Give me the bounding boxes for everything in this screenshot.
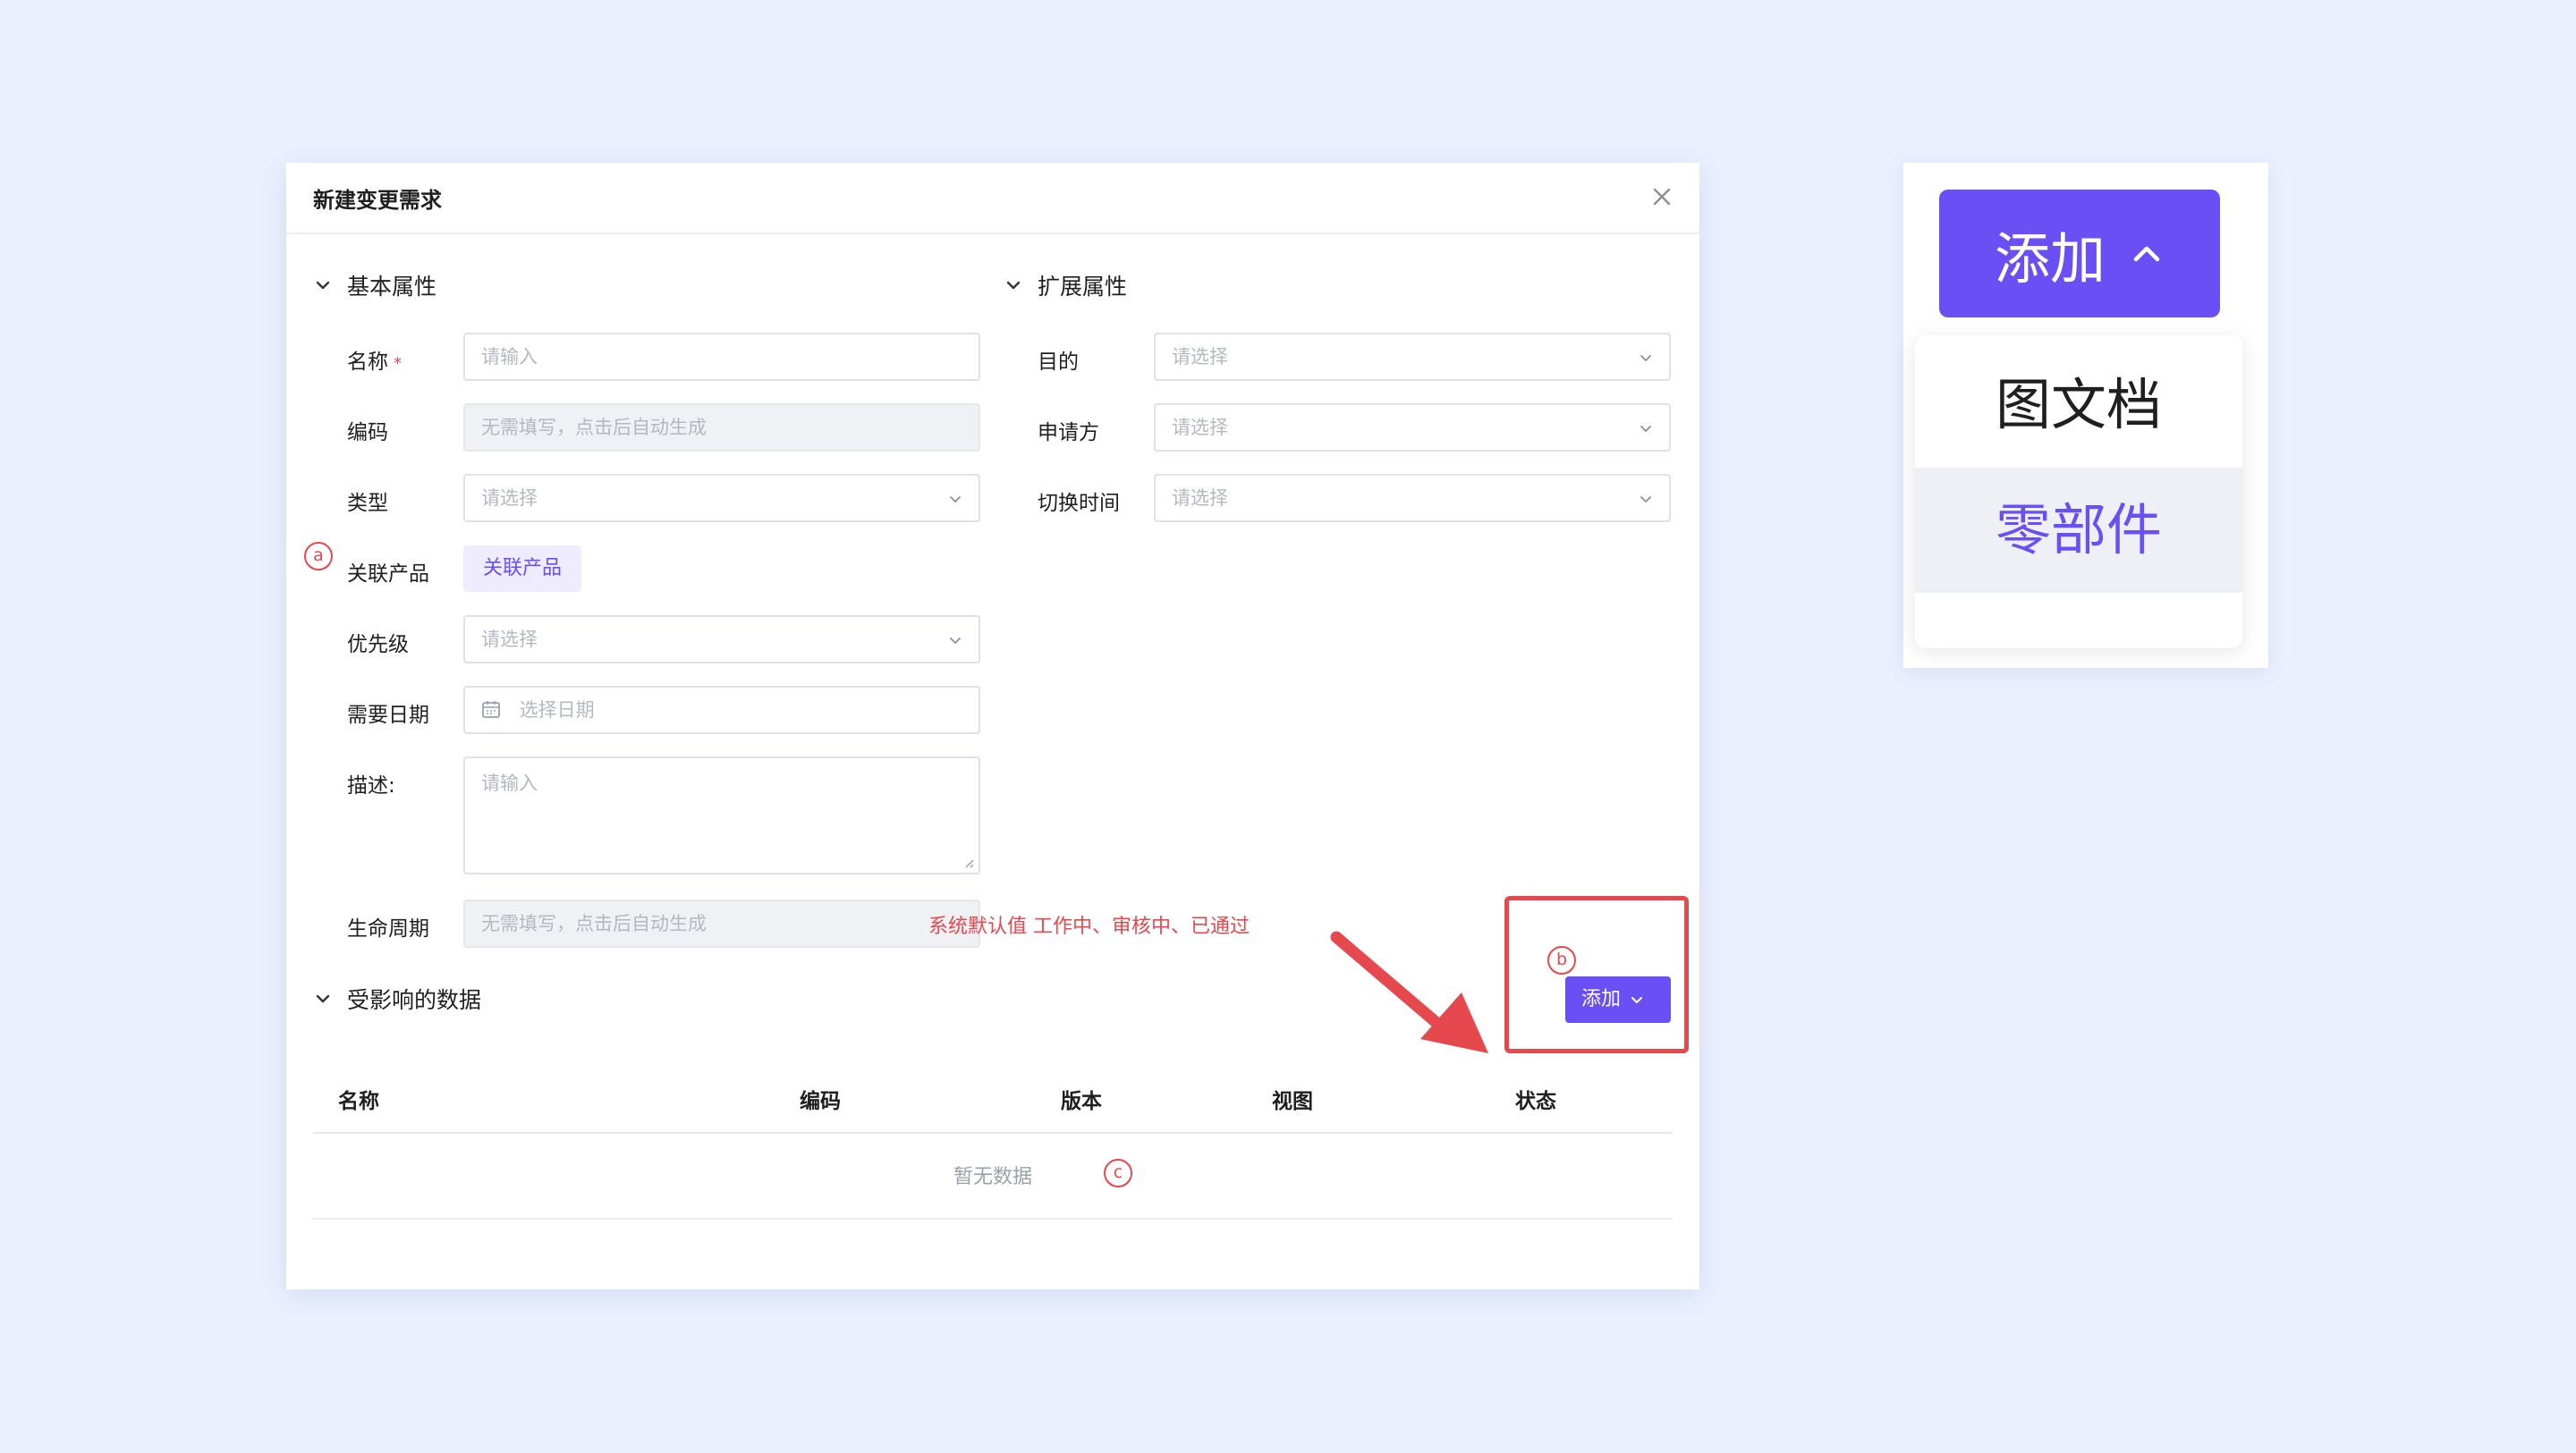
section-basic-title: 基本属性 [347,274,437,300]
purpose-select-placeholder: 请选择 [1172,346,1228,367]
date-picker-placeholder: 选择日期 [519,699,595,721]
priority-select-placeholder: 请选择 [481,629,538,650]
purpose-select[interactable]: 请选择 [1154,333,1671,381]
date-label: 需要日期 [347,704,429,727]
column-header-status: 状态 [1515,1090,1556,1113]
menu-item-documents[interactable]: 图文档 [1915,342,2242,468]
chevron-down-icon [1640,426,1651,432]
zoomed-add-dropdown-preview: 添加 图文档 零部件 [1903,163,2268,668]
name-row: 名称 * 请输入 [347,333,1009,381]
lifecycle-input: 无需填写，点击后自动生成 [463,900,980,948]
product-row: 关联产品 关联产品 [347,545,1009,593]
lifecycle-label: 生命周期 [347,917,429,941]
description-textarea[interactable]: 请输入 [463,756,980,874]
switch-time-select-placeholder: 请选择 [1172,487,1228,509]
zoomed-add-button-label: 添加 [1994,225,2106,291]
type-label: 类型 [347,492,388,515]
annotation-c-marker: c [1104,1159,1132,1187]
lifecycle-row: 生命周期 无需填写，点击后自动生成 [347,900,1009,948]
name-label: 名称 * [347,351,402,374]
column-header-view: 视图 [1272,1090,1313,1113]
dialog-title: 新建变更需求 [313,188,442,213]
link-product-button[interactable]: 关联产品 [463,545,582,592]
priority-label: 优先级 [347,633,409,656]
affected-table-empty: 暂无数据 [313,1134,1673,1220]
switch-time-row: 切换时间 请选择 [1038,474,1699,522]
annotation-b-marker: b [1547,946,1576,975]
applicant-select[interactable]: 请选择 [1154,403,1671,452]
close-icon[interactable] [1648,182,1676,211]
zoomed-dropdown-menu: 图文档 零部件 [1915,335,2242,648]
chevron-up-icon [2133,246,2160,261]
applicant-row: 申请方 请选择 [1038,403,1699,452]
section-extended-header[interactable]: 扩展属性 [1004,270,1127,300]
menu-item-parts[interactable]: 零部件 [1915,468,2242,593]
switch-time-label: 切换时间 [1038,492,1120,515]
description-label: 描述: [347,774,395,798]
change-request-dialog: 新建变更需求 基本属性 扩展属性 名称 * 请输入 编码 无需填写，点击后自动生成… [286,163,1699,1289]
priority-select[interactable]: 请选择 [463,615,980,663]
chevron-down-icon [1006,281,1021,290]
column-header-version: 版本 [1061,1090,1102,1113]
add-button-label: 添加 [1581,988,1622,1010]
applicant-label: 申请方 [1038,421,1099,444]
section-affected-header[interactable]: 受影响的数据 [313,984,481,1014]
annotation-a-marker: a [304,542,333,570]
description-row: 描述: 请输入 [347,756,1009,874]
date-row: 需要日期 选择日期 [347,686,1009,734]
name-input[interactable]: 请输入 [463,333,980,381]
chevron-down-icon [950,496,961,503]
zoomed-add-button[interactable]: 添加 [1939,190,2220,317]
dialog-header: 新建变更需求 [286,163,1699,234]
description-placeholder: 请输入 [481,773,538,794]
column-header-name: 名称 [338,1090,379,1113]
add-affected-button[interactable]: 添加 [1565,976,1671,1023]
code-row: 编码 无需填写，点击后自动生成 [347,403,1009,452]
chevron-down-icon [316,994,330,1003]
chevron-down-icon [1631,997,1643,1003]
code-input: 无需填写，点击后自动生成 [463,403,980,452]
lifecycle-annotation-note: 系统默认值 工作中、审核中、已通过 [928,916,1250,938]
chevron-down-icon [316,281,330,290]
priority-row: 优先级 请选择 [347,615,1009,663]
type-row: 类型 请选择 [347,474,1009,522]
chevron-down-icon [950,638,961,644]
required-star: * [394,354,402,373]
column-header-code: 编码 [800,1090,841,1113]
product-label: 关联产品 [347,562,429,586]
resize-handle-icon[interactable] [962,857,975,869]
affected-table-header: 名称 编码 版本 视图 状态 [313,1064,1673,1134]
red-arrow-icon [1330,931,1488,1053]
purpose-row: 目的 请选择 [1038,333,1699,381]
calendar-icon [482,701,500,718]
section-affected-title: 受影响的数据 [347,987,482,1013]
purpose-label: 目的 [1038,351,1079,374]
add-button-highlight [1504,896,1689,1053]
empty-state-text: 暂无数据 [953,1166,1032,1188]
type-select-placeholder: 请选择 [481,487,538,509]
switch-time-select[interactable]: 请选择 [1154,474,1671,522]
code-label: 编码 [347,421,388,444]
section-basic-header[interactable]: 基本属性 [313,270,436,300]
applicant-select-placeholder: 请选择 [1172,417,1228,438]
type-select[interactable]: 请选择 [463,474,980,522]
chevron-down-icon [1640,355,1651,361]
chevron-down-icon [1640,496,1651,503]
section-extended-title: 扩展属性 [1038,274,1128,300]
date-picker[interactable]: 选择日期 [463,686,980,734]
